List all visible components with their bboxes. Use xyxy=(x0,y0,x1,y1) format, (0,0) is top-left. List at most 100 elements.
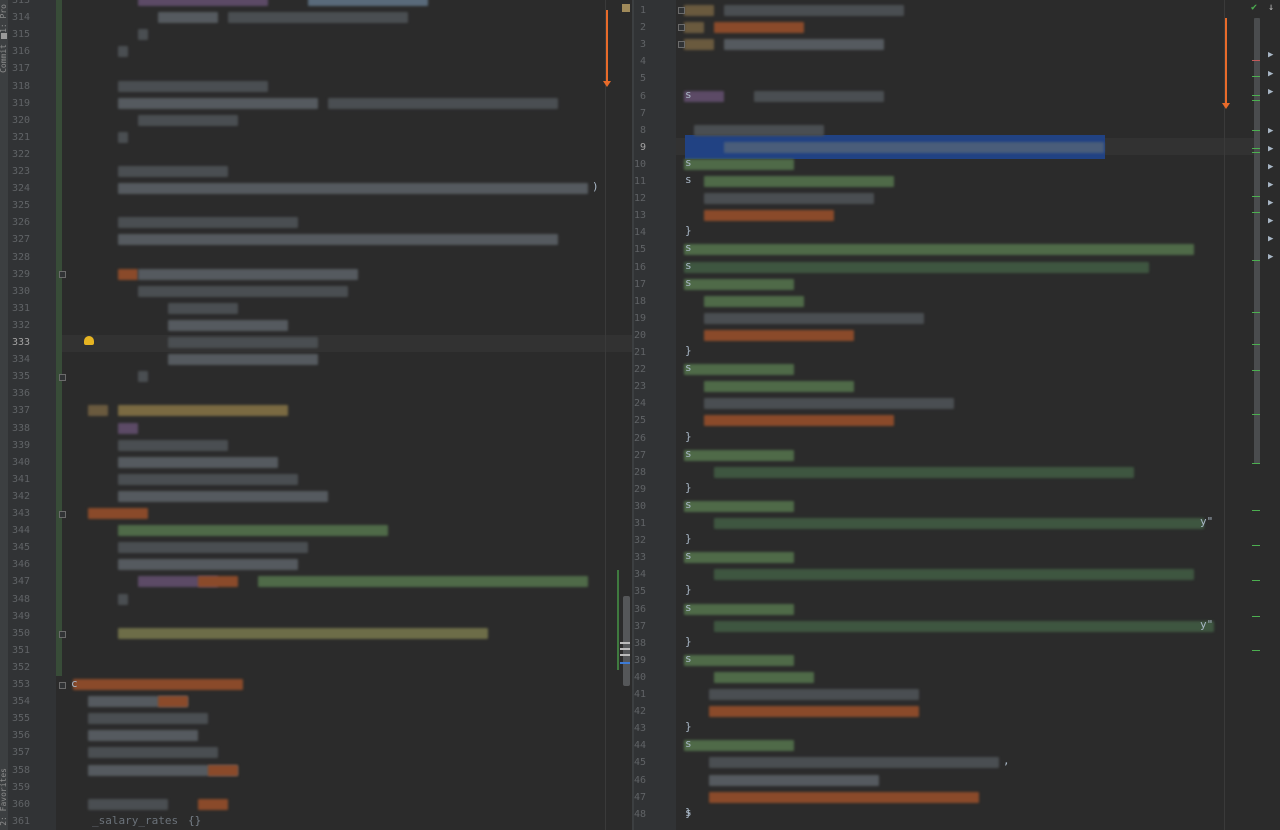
line-number: 4 xyxy=(639,56,646,68)
obscured-code-token xyxy=(714,569,1194,581)
collapse-arrow-icon[interactable]: ▶ xyxy=(1268,180,1273,190)
line-number: 21 xyxy=(634,347,647,358)
obscured-code-token xyxy=(158,696,188,708)
change-stripe-marker[interactable] xyxy=(1252,650,1260,651)
collapse-arrow-icon[interactable]: ▶ xyxy=(1268,87,1273,97)
change-stripe-marker[interactable] xyxy=(1252,616,1260,617)
obscured-code-token xyxy=(88,713,208,725)
line-prefix: s xyxy=(685,87,692,101)
line-number: 22 xyxy=(634,364,647,376)
collapse-arrow-icon[interactable]: ▶ xyxy=(1268,198,1273,208)
change-stripe-marker[interactable] xyxy=(1252,510,1260,511)
change-stripe-marker[interactable] xyxy=(1252,130,1260,131)
line-prefix: s xyxy=(685,600,692,614)
line-number: 347 xyxy=(12,576,31,588)
line-prefix: s xyxy=(685,361,692,375)
line-number: 335 xyxy=(12,371,31,383)
collapse-arrow-icon[interactable]: ▶ xyxy=(1268,126,1273,136)
left-map-marker xyxy=(620,654,630,656)
closing-brace: } xyxy=(685,532,692,546)
fold-marker[interactable] xyxy=(678,24,685,31)
change-stripe-marker[interactable] xyxy=(1252,212,1260,213)
line-number: 15 xyxy=(634,244,647,256)
obscured-code-token xyxy=(118,456,278,468)
empty-dict-fragment: {} xyxy=(188,814,202,827)
line-number: 354 xyxy=(12,696,31,708)
change-stripe-marker[interactable] xyxy=(1252,260,1260,261)
obscured-code-token xyxy=(118,46,128,58)
line-number: 28 xyxy=(634,466,647,478)
left-scroll-thumb[interactable] xyxy=(623,596,630,686)
change-stripe-marker[interactable] xyxy=(1252,312,1260,313)
line-number: 2 xyxy=(639,22,646,34)
line-number: 338 xyxy=(12,422,31,434)
right-margin-guide xyxy=(1224,0,1225,830)
line-number: 31 xyxy=(634,518,647,529)
fold-marker[interactable] xyxy=(59,511,66,518)
left-scrollbar[interactable] xyxy=(617,570,631,690)
obscured-code-token xyxy=(88,508,148,519)
obscured-code-token xyxy=(704,329,854,341)
collapse-arrow-icon[interactable]: ▶ xyxy=(1268,69,1273,79)
change-stripe-marker[interactable] xyxy=(1252,545,1260,546)
fold-marker[interactable] xyxy=(59,271,66,278)
line-prefix: s xyxy=(685,275,692,289)
fold-marker[interactable] xyxy=(59,631,66,638)
change-stripe-marker[interactable] xyxy=(1252,76,1260,77)
change-stripe-marker[interactable] xyxy=(1252,196,1260,197)
obscured-code-token xyxy=(118,131,128,143)
line-prefix: s xyxy=(685,549,692,563)
collapse-arrow-icon[interactable]: ▶ xyxy=(1268,162,1273,172)
collapse-arrow-icon[interactable]: ▶ xyxy=(1268,216,1273,226)
line-number: 353 xyxy=(12,679,31,690)
left-editor-pane[interactable]: 313 314 315 316 317 318 319 320 321 322 323 324 325 3… xyxy=(8,0,632,830)
line-number: 44 xyxy=(634,740,647,752)
change-stripe-marker[interactable] xyxy=(1252,100,1260,101)
collapse-arrow-icon[interactable]: ▶ xyxy=(1268,234,1273,244)
collapse-arrow-icon[interactable]: ▶ xyxy=(1268,50,1273,60)
line-number: 20 xyxy=(634,329,647,341)
line-number: 357 xyxy=(12,747,31,759)
change-stripe-marker[interactable] xyxy=(1252,95,1260,96)
collapse-arrow-icon[interactable]: ▶ xyxy=(1268,252,1273,262)
right-scrollbar[interactable] xyxy=(1254,18,1260,464)
fold-marker[interactable] xyxy=(59,682,66,689)
change-stripe-marker[interactable] xyxy=(1252,580,1260,581)
collapse-arrow-icon[interactable]: ▶ xyxy=(1268,144,1273,154)
obscured-code-token xyxy=(709,757,999,769)
change-stripe-marker[interactable] xyxy=(1252,370,1260,371)
obscured-code-token xyxy=(714,22,804,34)
line-number: 349 xyxy=(12,610,31,622)
line-number: 37 xyxy=(634,620,647,632)
change-stripe-marker[interactable] xyxy=(1252,60,1260,61)
closing-brace: } xyxy=(685,720,692,734)
line-number: 19 xyxy=(634,312,647,324)
lightbulb-icon[interactable] xyxy=(84,336,94,345)
obscured-code-token xyxy=(73,679,243,690)
change-stripe-marker[interactable] xyxy=(1252,152,1260,153)
inspection-ok-icon[interactable]: ✔ xyxy=(1251,2,1257,13)
change-stripe-marker[interactable] xyxy=(1252,344,1260,345)
sort-icon[interactable]: ↓ xyxy=(1268,2,1274,13)
line-number: 38 xyxy=(634,637,647,649)
obscured-code-token xyxy=(704,381,854,393)
obscured-code-token xyxy=(118,405,288,417)
fold-marker[interactable] xyxy=(678,7,685,14)
change-stripe-marker[interactable] xyxy=(1252,148,1260,149)
left-line-number-gutter: 313 314 315 316 317 318 319 320 321 322 323 324 325 3… xyxy=(8,0,56,830)
right-editor-pane[interactable]: 1 2 3 4 5 6 7 8 9 10 11 12 13 14 15 16 17 18 19 20 21 22 23 24 2… xyxy=(634,0,1280,830)
fold-marker[interactable] xyxy=(678,41,685,48)
closing-brace: } xyxy=(685,480,692,494)
fold-marker[interactable] xyxy=(59,374,66,381)
line-number: 333 xyxy=(12,337,31,348)
obscured-code-token xyxy=(704,312,924,324)
change-stripe-marker[interactable] xyxy=(1252,463,1260,464)
obscured-code-token xyxy=(88,405,108,417)
tool-window-icon[interactable] xyxy=(1,33,7,39)
line-number: 30 xyxy=(634,500,647,512)
right-scroll-thumb[interactable] xyxy=(1254,18,1260,464)
line-number: 317 xyxy=(12,63,31,75)
obscured-code-token xyxy=(684,500,794,512)
change-stripe-marker[interactable] xyxy=(1252,414,1260,415)
left-map-marker xyxy=(620,648,630,650)
